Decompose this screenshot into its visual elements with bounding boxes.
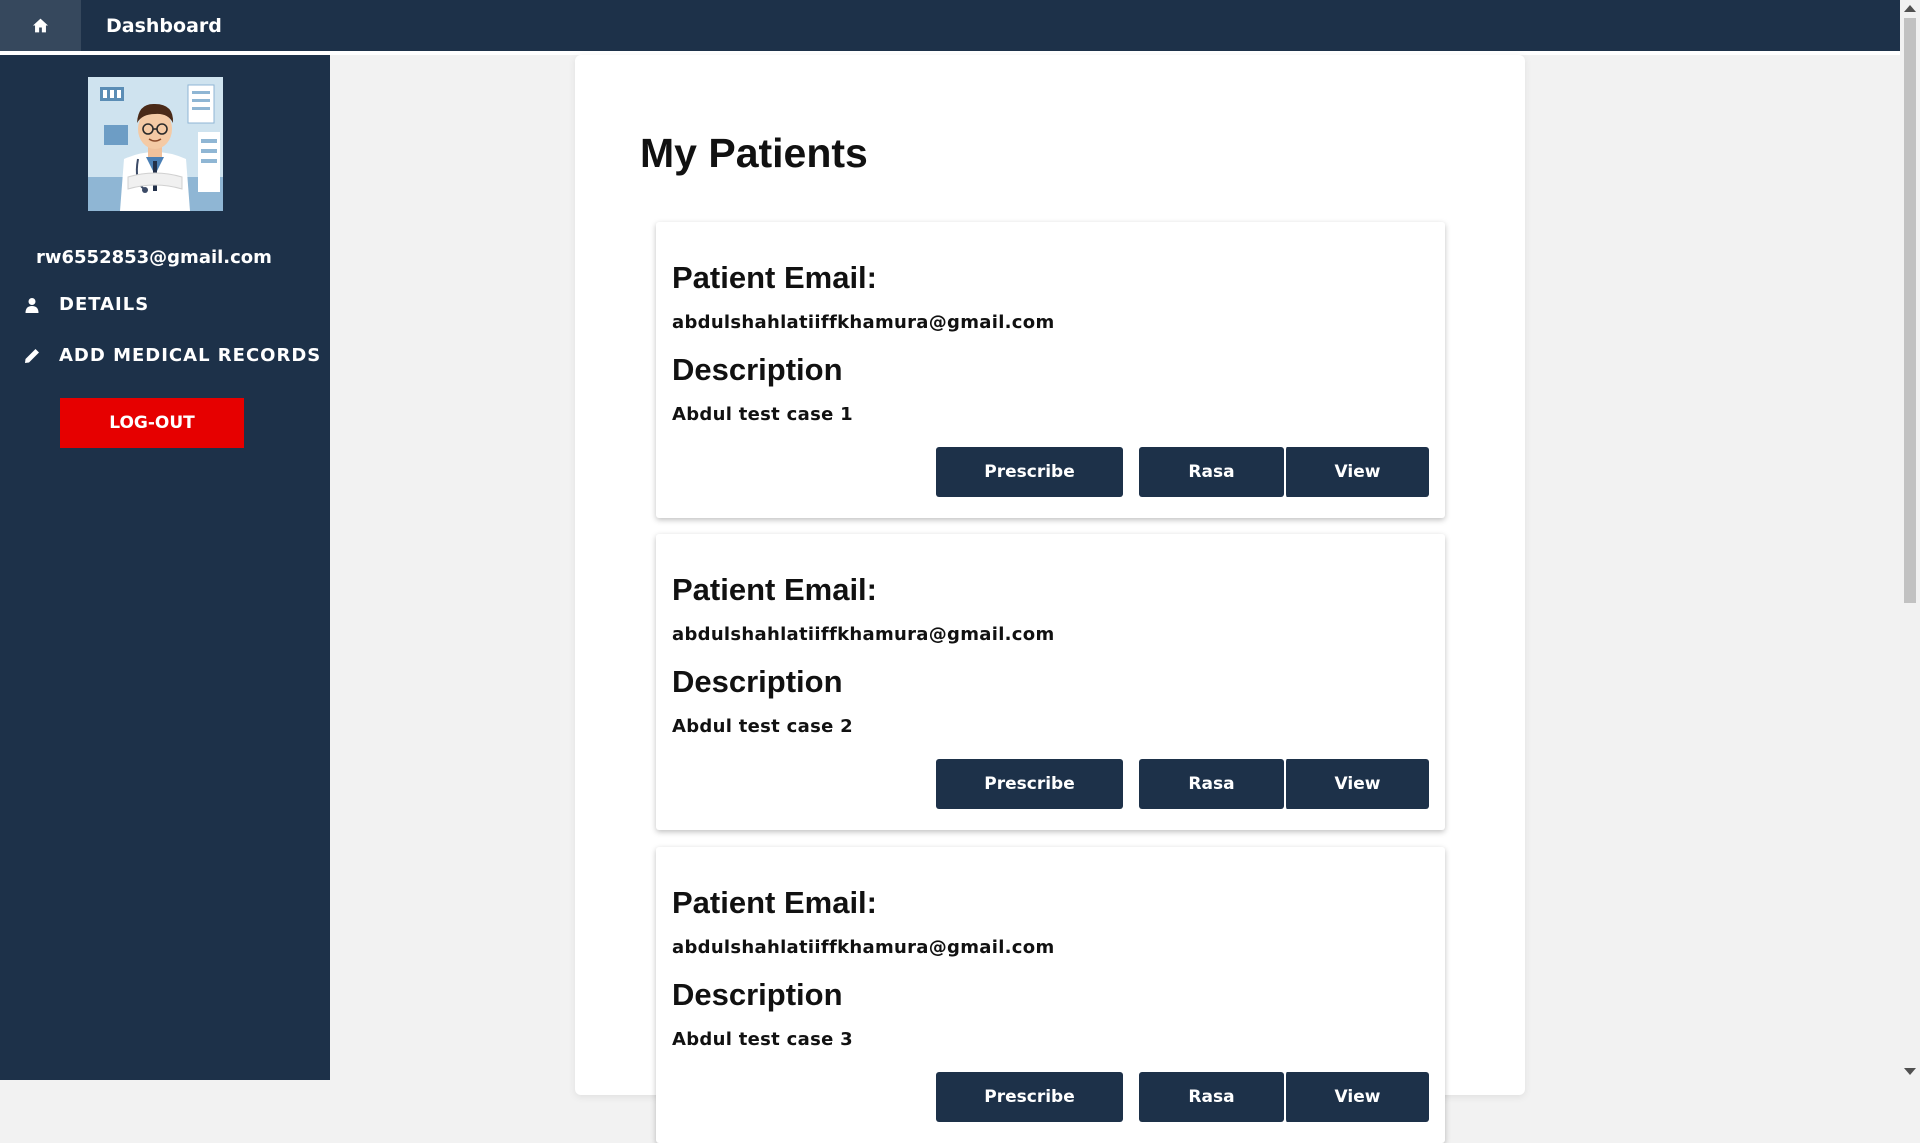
description-label: Description: [672, 977, 843, 1012]
patient-card: Patient Email: abdulshahlatiiffkhamura@g…: [656, 222, 1445, 518]
view-button[interactable]: View: [1284, 447, 1429, 497]
description-label: Description: [672, 352, 843, 387]
home-icon: [33, 18, 48, 33]
home-button[interactable]: [0, 0, 81, 51]
patient-description: Abdul test case 1: [672, 404, 853, 425]
user-icon: [25, 297, 39, 313]
dashboard-link[interactable]: Dashboard: [106, 15, 222, 37]
patient-email: abdulshahlatiiffkhamura@gmail.com: [672, 624, 1055, 645]
patient-email-label: Patient Email:: [672, 885, 877, 920]
patient-description: Abdul test case 2: [672, 716, 853, 737]
sidebar-item-label: DETAILS: [59, 294, 150, 315]
scroll-down-arrow-icon[interactable]: [1904, 1068, 1916, 1075]
sidebar-item-add-medical-records[interactable]: ADD MEDICAL RECORDS: [24, 345, 321, 366]
logout-button[interactable]: LOG-OUT: [60, 398, 244, 448]
scroll-up-arrow-icon[interactable]: [1904, 5, 1916, 12]
patients-panel: My Patients Patient Email: abdulshahlati…: [575, 55, 1525, 1143]
description-label: Description: [672, 664, 843, 699]
patient-email-label: Patient Email:: [672, 572, 877, 607]
sidebar-item-details[interactable]: DETAILS: [24, 294, 149, 315]
pencil-icon: [25, 348, 39, 363]
sidebar: rw6552853@gmail.com DETAILS ADD MEDICAL …: [0, 55, 330, 1080]
patient-card: Patient Email: abdulshahlatiiffkhamura@g…: [656, 534, 1445, 830]
rasa-button[interactable]: Rasa: [1139, 759, 1284, 809]
patient-email-label: Patient Email:: [672, 260, 877, 295]
prescribe-button[interactable]: Prescribe: [936, 447, 1123, 497]
page-title: My Patients: [640, 130, 868, 176]
patient-description: Abdul test case 3: [672, 1029, 853, 1050]
view-button[interactable]: View: [1284, 759, 1429, 809]
top-navbar: Dashboard: [0, 0, 1900, 51]
patient-card: Patient Email: abdulshahlatiiffkhamura@g…: [656, 847, 1445, 1143]
doctor-avatar: [88, 77, 223, 211]
rasa-button[interactable]: Rasa: [1139, 447, 1284, 497]
patient-email: abdulshahlatiiffkhamura@gmail.com: [672, 312, 1055, 333]
patient-email: abdulshahlatiiffkhamura@gmail.com: [672, 937, 1055, 958]
user-email: rw6552853@gmail.com: [36, 247, 272, 268]
page-scrollbar[interactable]: [1900, 0, 1920, 1080]
sidebar-item-label: ADD MEDICAL RECORDS: [59, 345, 322, 366]
scrollbar-thumb[interactable]: [1904, 18, 1916, 603]
prescribe-button[interactable]: Prescribe: [936, 759, 1123, 809]
